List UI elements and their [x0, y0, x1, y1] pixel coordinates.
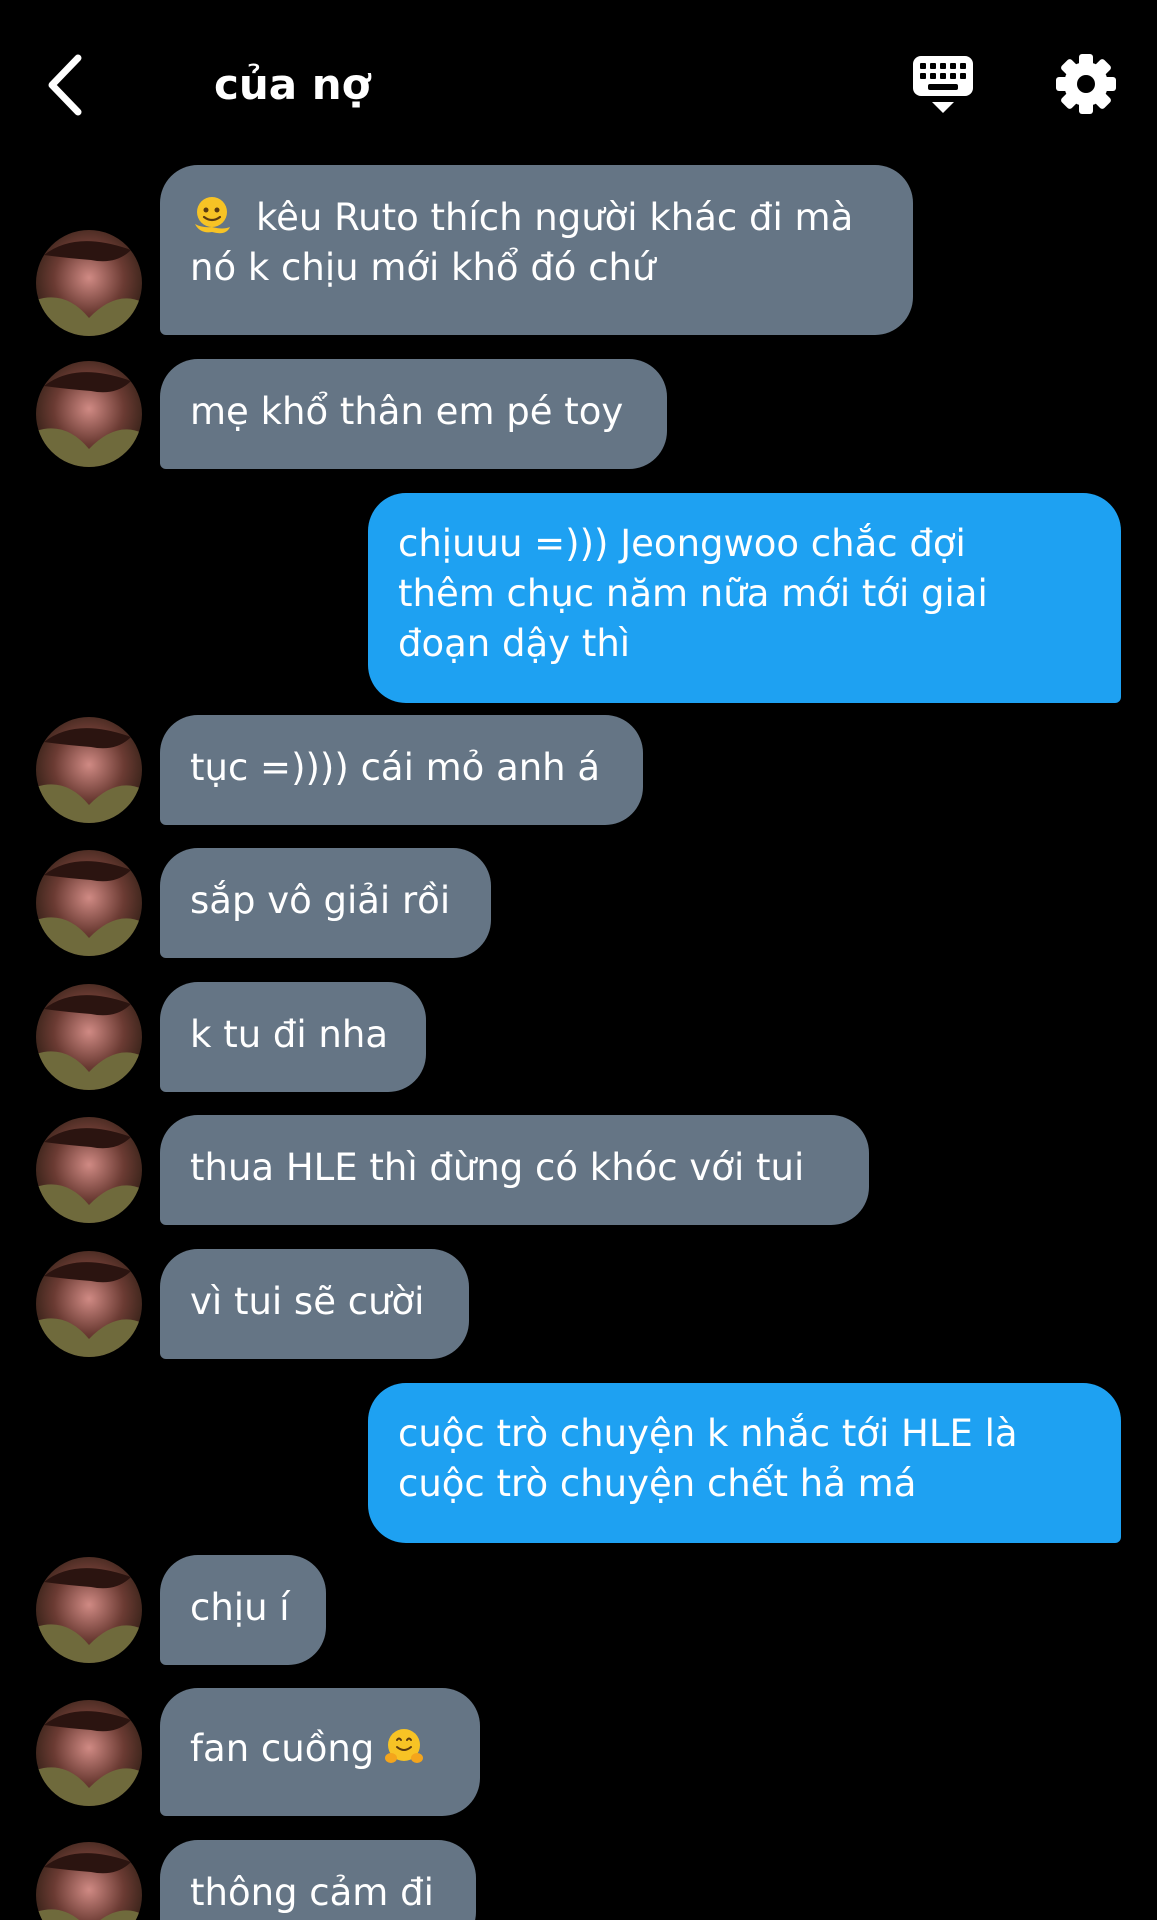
message-row: thua HLE thì đừng có khóc với tui	[0, 1115, 1157, 1225]
avatar[interactable]	[36, 1700, 142, 1806]
incoming-message-bubble[interactable]: fan cuồng	[160, 1688, 480, 1816]
incoming-message-bubble[interactable]: kêu Ruto thích người khác đi mà nó k chị…	[160, 165, 913, 335]
incoming-message-bubble[interactable]: tục =)))) cái mỏ anh á	[160, 715, 643, 825]
message-row: kêu Ruto thích người khác đi mà nó k chị…	[0, 165, 1157, 336]
outgoing-message-bubble[interactable]: cuộc trò chuyện k nhắc tới HLE là cuộc t…	[368, 1383, 1121, 1543]
message-text: fan cuồng	[190, 1727, 375, 1770]
avatar[interactable]	[36, 1117, 142, 1223]
message-row: sắp vô giải rồi	[0, 848, 1157, 958]
gear-icon	[1056, 54, 1116, 114]
message-row: tục =)))) cái mỏ anh á	[0, 715, 1157, 825]
message-row: vì tui sẽ cười	[0, 1249, 1157, 1359]
melting-face-emoji-icon	[195, 197, 230, 234]
chat-title: của nợ	[214, 60, 371, 109]
settings-button[interactable]	[1054, 52, 1118, 116]
message-row: cuộc trò chuyện k nhắc tới HLE là cuộc t…	[0, 1383, 1157, 1543]
hugging-face-emoji-icon	[385, 1729, 424, 1763]
incoming-message-bubble[interactable]: vì tui sẽ cười	[160, 1249, 469, 1359]
message-row: chịu í	[0, 1555, 1157, 1665]
avatar[interactable]	[36, 1251, 142, 1357]
avatar[interactable]	[36, 1842, 142, 1920]
keyboard-icon	[913, 56, 973, 113]
message-thread[interactable]: kêu Ruto thích người khác đi mà nó k chị…	[0, 165, 1157, 1920]
avatar[interactable]	[36, 1557, 142, 1663]
chevron-left-icon	[48, 54, 82, 116]
keyboard-button[interactable]	[910, 52, 976, 118]
incoming-message-bubble[interactable]: thông cảm đi	[160, 1840, 476, 1920]
incoming-message-bubble[interactable]: sắp vô giải rồi	[160, 848, 491, 958]
message-row: thông cảm đi	[0, 1840, 1157, 1920]
message-text: kêu Ruto thích người khác đi mà nó k chị…	[190, 196, 854, 289]
avatar[interactable]	[36, 230, 142, 336]
incoming-message-bubble[interactable]: chịu í	[160, 1555, 326, 1665]
message-row: chịuuu =))) Jeongwoo chắc đợi thêm chục …	[0, 493, 1157, 703]
outgoing-message-bubble[interactable]: chịuuu =))) Jeongwoo chắc đợi thêm chục …	[368, 493, 1121, 703]
chat-header: của nợ	[0, 0, 1157, 165]
message-row: fan cuồng	[0, 1688, 1157, 1816]
incoming-message-bubble[interactable]: thua HLE thì đừng có khóc với tui	[160, 1115, 869, 1225]
incoming-message-bubble[interactable]: k tu đi nha	[160, 982, 426, 1092]
incoming-message-bubble[interactable]: mẹ khổ thân em pé toy	[160, 359, 667, 469]
message-row: mẹ khổ thân em pé toy	[0, 359, 1157, 469]
avatar[interactable]	[36, 984, 142, 1090]
message-row: k tu đi nha	[0, 982, 1157, 1092]
avatar[interactable]	[36, 717, 142, 823]
avatar[interactable]	[36, 850, 142, 956]
back-button[interactable]	[40, 50, 100, 120]
avatar[interactable]	[36, 361, 142, 467]
